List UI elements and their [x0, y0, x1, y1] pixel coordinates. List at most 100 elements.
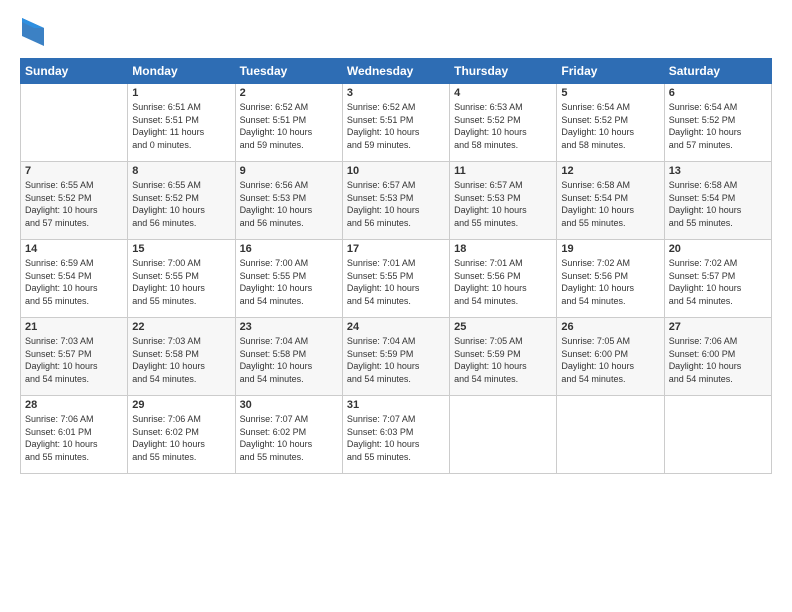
day-cell: 11 Sunrise: 6:57 AM Sunset: 5:53 PM Dayli… [450, 162, 557, 240]
day-info: Sunrise: 7:07 AM Sunset: 6:02 PM Dayligh… [240, 413, 338, 463]
day-info: Sunrise: 7:03 AM Sunset: 5:58 PM Dayligh… [132, 335, 230, 385]
header [20, 18, 772, 46]
day-number: 2 [240, 87, 338, 99]
day-cell [557, 396, 664, 474]
day-info: Sunrise: 7:04 AM Sunset: 5:58 PM Dayligh… [240, 335, 338, 385]
day-number: 25 [454, 321, 552, 333]
day-number: 31 [347, 399, 445, 411]
day-info: Sunrise: 7:04 AM Sunset: 5:59 PM Dayligh… [347, 335, 445, 385]
day-info: Sunrise: 6:58 AM Sunset: 5:54 PM Dayligh… [561, 179, 659, 229]
header-day-saturday: Saturday [664, 59, 771, 84]
day-cell [450, 396, 557, 474]
calendar-page: SundayMondayTuesdayWednesdayThursdayFrid… [0, 0, 792, 486]
day-number: 23 [240, 321, 338, 333]
day-info: Sunrise: 7:00 AM Sunset: 5:55 PM Dayligh… [240, 257, 338, 307]
day-cell: 19 Sunrise: 7:02 AM Sunset: 5:56 PM Dayli… [557, 240, 664, 318]
day-number: 22 [132, 321, 230, 333]
day-info: Sunrise: 7:07 AM Sunset: 6:03 PM Dayligh… [347, 413, 445, 463]
day-cell: 5 Sunrise: 6:54 AM Sunset: 5:52 PM Daylig… [557, 84, 664, 162]
day-number: 6 [669, 87, 767, 99]
day-cell: 24Sunrise: 7:04 AM Sunset: 5:59 PM Dayli… [342, 318, 449, 396]
day-info: Sunrise: 6:53 AM Sunset: 5:52 PM Dayligh… [454, 101, 552, 151]
day-number: 18 [454, 243, 552, 255]
day-number: 9 [240, 165, 338, 177]
header-day-thursday: Thursday [450, 59, 557, 84]
day-number: 12 [561, 165, 659, 177]
day-cell: 1 Sunrise: 6:51 AM Sunset: 5:51 PM Daylig… [128, 84, 235, 162]
day-cell: 10 Sunrise: 6:57 AM Sunset: 5:53 PM Dayli… [342, 162, 449, 240]
day-cell: 8 Sunrise: 6:55 AM Sunset: 5:52 PM Daylig… [128, 162, 235, 240]
day-info: Sunrise: 6:52 AM Sunset: 5:51 PM Dayligh… [347, 101, 445, 151]
day-number: 3 [347, 87, 445, 99]
day-info: Sunrise: 7:01 AM Sunset: 5:55 PM Dayligh… [347, 257, 445, 307]
day-cell: 6 Sunrise: 6:54 AM Sunset: 5:52 PM Daylig… [664, 84, 771, 162]
day-info: Sunrise: 7:05 AM Sunset: 6:00 PM Dayligh… [561, 335, 659, 385]
day-info: Sunrise: 6:58 AM Sunset: 5:54 PM Dayligh… [669, 179, 767, 229]
day-cell: 29Sunrise: 7:06 AM Sunset: 6:02 PM Dayli… [128, 396, 235, 474]
header-row: SundayMondayTuesdayWednesdayThursdayFrid… [21, 59, 772, 84]
day-info: Sunrise: 6:55 AM Sunset: 5:52 PM Dayligh… [25, 179, 123, 229]
day-cell: 25Sunrise: 7:05 AM Sunset: 5:59 PM Dayli… [450, 318, 557, 396]
day-info: Sunrise: 6:59 AM Sunset: 5:54 PM Dayligh… [25, 257, 123, 307]
day-info: Sunrise: 6:54 AM Sunset: 5:52 PM Dayligh… [669, 101, 767, 151]
week-row-2: 7 Sunrise: 6:55 AM Sunset: 5:52 PM Daylig… [21, 162, 772, 240]
header-day-tuesday: Tuesday [235, 59, 342, 84]
day-info: Sunrise: 7:06 AM Sunset: 6:02 PM Dayligh… [132, 413, 230, 463]
day-number: 19 [561, 243, 659, 255]
day-info: Sunrise: 6:54 AM Sunset: 5:52 PM Dayligh… [561, 101, 659, 151]
header-day-friday: Friday [557, 59, 664, 84]
day-cell: 30 Sunrise: 7:07 AM Sunset: 6:02 PM Dayli… [235, 396, 342, 474]
day-cell: 4 Sunrise: 6:53 AM Sunset: 5:52 PM Daylig… [450, 84, 557, 162]
day-number: 20 [669, 243, 767, 255]
week-row-3: 14 Sunrise: 6:59 AM Sunset: 5:54 PM Dayli… [21, 240, 772, 318]
day-number: 7 [25, 165, 123, 177]
logo [20, 18, 44, 46]
logo-icon [22, 18, 44, 46]
week-row-5: 28Sunrise: 7:06 AM Sunset: 6:01 PM Dayli… [21, 396, 772, 474]
week-row-4: 21 Sunrise: 7:03 AM Sunset: 5:57 PM Dayli… [21, 318, 772, 396]
day-cell: 2Sunrise: 6:52 AM Sunset: 5:51 PM Daylig… [235, 84, 342, 162]
day-info: Sunrise: 6:56 AM Sunset: 5:53 PM Dayligh… [240, 179, 338, 229]
day-info: Sunrise: 6:57 AM Sunset: 5:53 PM Dayligh… [347, 179, 445, 229]
day-cell: 26 Sunrise: 7:05 AM Sunset: 6:00 PM Dayli… [557, 318, 664, 396]
day-number: 30 [240, 399, 338, 411]
header-day-sunday: Sunday [21, 59, 128, 84]
header-day-monday: Monday [128, 59, 235, 84]
day-cell: 31 Sunrise: 7:07 AM Sunset: 6:03 PM Dayli… [342, 396, 449, 474]
day-info: Sunrise: 7:06 AM Sunset: 6:00 PM Dayligh… [669, 335, 767, 385]
day-cell: 20Sunrise: 7:02 AM Sunset: 5:57 PM Dayli… [664, 240, 771, 318]
day-cell: 12 Sunrise: 6:58 AM Sunset: 5:54 PM Dayli… [557, 162, 664, 240]
day-number: 5 [561, 87, 659, 99]
day-number: 15 [132, 243, 230, 255]
header-day-wednesday: Wednesday [342, 59, 449, 84]
day-number: 21 [25, 321, 123, 333]
day-number: 10 [347, 165, 445, 177]
day-number: 14 [25, 243, 123, 255]
day-info: Sunrise: 7:01 AM Sunset: 5:56 PM Dayligh… [454, 257, 552, 307]
day-info: Sunrise: 6:55 AM Sunset: 5:52 PM Dayligh… [132, 179, 230, 229]
day-cell [664, 396, 771, 474]
day-number: 8 [132, 165, 230, 177]
calendar-table: SundayMondayTuesdayWednesdayThursdayFrid… [20, 58, 772, 474]
day-cell: 22 Sunrise: 7:03 AM Sunset: 5:58 PM Dayli… [128, 318, 235, 396]
day-cell: 14 Sunrise: 6:59 AM Sunset: 5:54 PM Dayli… [21, 240, 128, 318]
day-number: 4 [454, 87, 552, 99]
day-cell: 27Sunrise: 7:06 AM Sunset: 6:00 PM Dayli… [664, 318, 771, 396]
day-info: Sunrise: 6:51 AM Sunset: 5:51 PM Dayligh… [132, 101, 230, 151]
day-cell: 16 Sunrise: 7:00 AM Sunset: 5:55 PM Dayli… [235, 240, 342, 318]
day-info: Sunrise: 7:03 AM Sunset: 5:57 PM Dayligh… [25, 335, 123, 385]
day-info: Sunrise: 6:57 AM Sunset: 5:53 PM Dayligh… [454, 179, 552, 229]
day-cell: 7 Sunrise: 6:55 AM Sunset: 5:52 PM Daylig… [21, 162, 128, 240]
day-cell: 3 Sunrise: 6:52 AM Sunset: 5:51 PM Daylig… [342, 84, 449, 162]
day-cell: 15Sunrise: 7:00 AM Sunset: 5:55 PM Dayli… [128, 240, 235, 318]
day-number: 11 [454, 165, 552, 177]
day-info: Sunrise: 7:02 AM Sunset: 5:56 PM Dayligh… [561, 257, 659, 307]
day-cell: 18 Sunrise: 7:01 AM Sunset: 5:56 PM Dayli… [450, 240, 557, 318]
day-cell: 9 Sunrise: 6:56 AM Sunset: 5:53 PM Daylig… [235, 162, 342, 240]
day-info: Sunrise: 7:06 AM Sunset: 6:01 PM Dayligh… [25, 413, 123, 463]
day-number: 13 [669, 165, 767, 177]
day-number: 16 [240, 243, 338, 255]
day-number: 1 [132, 87, 230, 99]
day-cell: 28Sunrise: 7:06 AM Sunset: 6:01 PM Dayli… [21, 396, 128, 474]
day-number: 26 [561, 321, 659, 333]
